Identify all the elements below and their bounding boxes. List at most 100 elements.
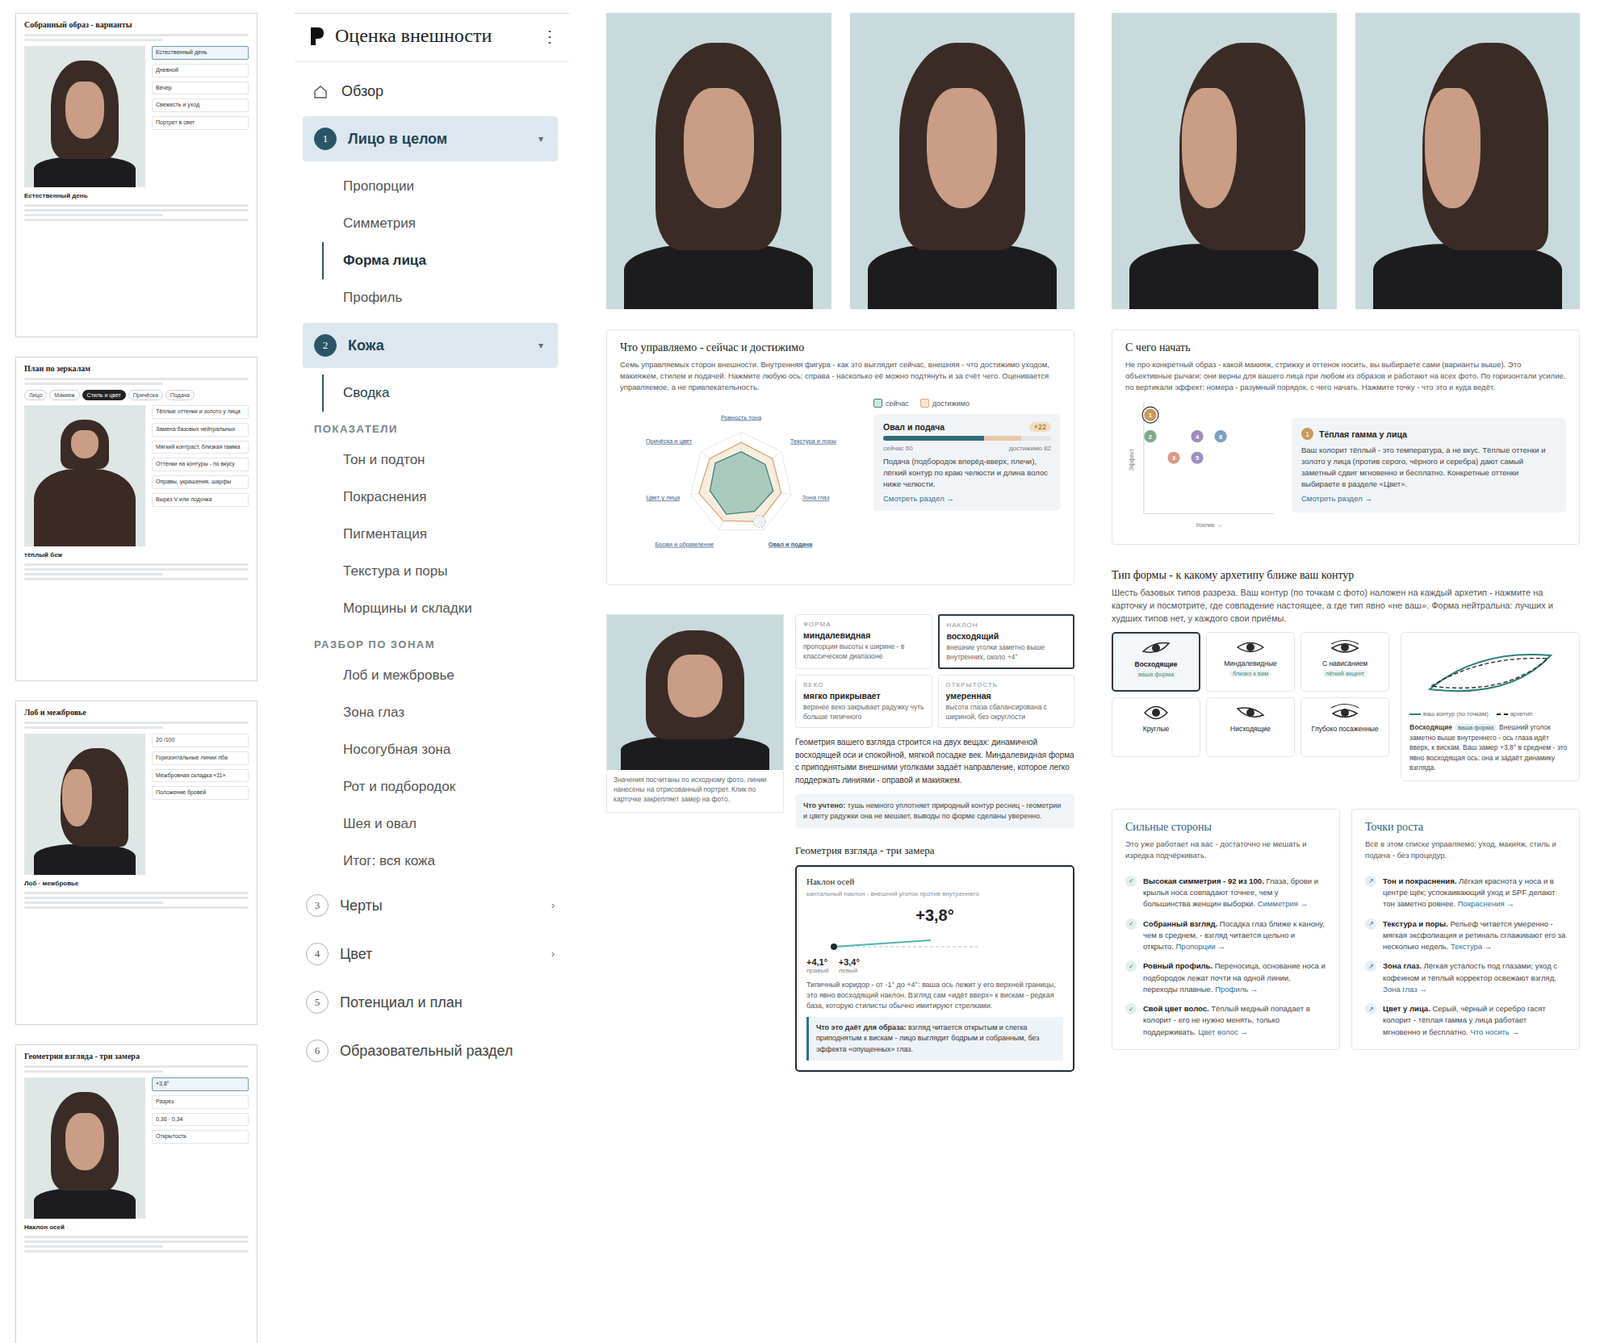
section-link[interactable]: Цвет волос → [1197,1027,1249,1037]
radar-axis[interactable]: Овал и подача [753,515,813,549]
section-link[interactable]: Что носить → [1470,1027,1520,1037]
nav-subitem[interactable]: Профиль [322,279,570,317]
nav-subitem[interactable]: Носогубная зона [322,731,570,769]
bullet-icon: ↗ [1365,1003,1377,1015]
radar-axis[interactable]: Цвет у лица [645,494,681,503]
nav-section-header[interactable]: 3Черты› [294,883,570,929]
radar-axis-label[interactable]: Текстура и поры [790,437,837,445]
nav-subitem[interactable]: Зона глаз [322,694,570,732]
radar-axis-label[interactable]: Причёска и цвет [645,437,693,445]
nav-section-header[interactable]: 6Образовательный раздел [294,1028,570,1074]
chart-point[interactable]: 1 [1142,406,1159,424]
menu-button[interactable]: ⋮ [541,26,558,47]
thumbnail-item[interactable]: Открытость [151,1130,249,1144]
shape-card[interactable]: С нависаниемлёгкий акцент [1300,632,1390,692]
nav-subitem[interactable]: Форма лица [322,242,570,280]
shape-card[interactable]: Глубоко посаженные [1300,697,1390,758]
nav-subitem[interactable]: Морщины и складки [322,590,570,628]
chart-point[interactable]: 5 [1190,452,1203,465]
thumbnail-tab[interactable]: Причёска [128,389,164,401]
page-thumbnail[interactable]: Геометрия взгляда - три замера+3,8°Разре… [15,1044,258,1343]
thumbnail-item[interactable]: Тёплые оттенки и золото у лица [151,405,249,419]
section-link[interactable]: Зона глаз → [1382,984,1428,994]
nav-subitem[interactable]: Текстура и поры [322,552,570,591]
measure-card[interactable]: ВЕКОмягко прикрываетверхнее веко закрыва… [795,674,933,729]
thumbnail-tab[interactable]: Лицо [24,389,47,401]
radar-axis[interactable]: Причёска и цвет [645,437,693,445]
nav-subitem[interactable]: Шея и овал [322,805,570,843]
chart-point[interactable]: 2 [1143,430,1157,443]
nav-subitem[interactable]: Рот и подбородок [322,768,570,806]
radar-axis-label[interactable]: Зона глаз [802,494,830,503]
nav-section-header[interactable]: 4Цвет› [294,931,570,977]
thumbnail-caption: Естественный день [24,192,249,200]
radar-axis-label[interactable]: Ровность тона [720,414,763,422]
thumbnail-item[interactable]: Замена базовых нейтральных [151,423,249,437]
nav-subitem[interactable]: Пропорции [322,167,570,206]
radar-target-area [699,442,782,522]
thumbnail-item[interactable]: +3,8° [151,1077,249,1092]
nav-subitem[interactable]: Лоб и межбровье [322,657,570,695]
thumbnail-item[interactable]: 20 /100 [151,733,249,748]
shape-card[interactable]: Миндалевидныеблизко к вам [1206,632,1295,692]
thumbnail-item[interactable]: Мягкий контраст, близкая гамма [151,440,249,455]
thumbnail-item[interactable]: Естественный день [151,46,249,60]
nav-subitem[interactable]: Тон и подтон [322,441,570,479]
section-link[interactable]: Симметрия → [1257,899,1308,909]
section-link[interactable]: Пропорции → [1176,942,1226,951]
nav-section-header[interactable]: 1Лицо в целом▾ [302,116,558,162]
nav-subitem[interactable]: Покраснения [322,478,570,516]
nav-link[interactable]: Обзор [294,73,570,110]
chart-point[interactable]: 3 [1167,452,1180,465]
page-thumbnail[interactable]: Лоб и межбровье20 /100Горизонтальные лин… [15,700,258,1026]
radar-axis-label[interactable]: Брови и обрамление [654,540,714,549]
shape-card[interactable]: Нисходящие [1206,697,1295,758]
thumbnail-item[interactable]: Портрет в свет [151,116,249,130]
thumbnail-item[interactable]: Вырез V или лодочка [151,493,249,507]
thumbnail-item[interactable]: Горизонтальные линии лба [151,751,249,766]
thumbnail-item[interactable]: 0,36 · 0,34 [151,1113,249,1127]
shape-card[interactable]: Круглые [1111,697,1201,758]
thumbnail-tab[interactable]: Стиль и цвет [82,389,126,401]
radar-axis-label[interactable]: Овал и подача [768,540,813,549]
section-link[interactable]: Смотреть раздел → [883,494,1052,503]
nav-subitem[interactable]: Симметрия [322,205,570,243]
nav-subitem[interactable]: Итог: вся кожа [322,842,570,880]
thumbnail-item[interactable]: Оправы, украшения, шарфы [151,475,249,490]
radar-axis[interactable]: Ровность тона [720,414,763,422]
callout: Что это даёт для образа: взгляд читается… [806,1017,1064,1060]
thumbnail-item[interactable]: Вечер [151,81,249,96]
chart-point[interactable]: 6 [1214,430,1227,443]
radar-axis[interactable]: Текстура и поры [790,437,837,445]
thumbnail-tab[interactable]: Макияж [49,389,80,401]
thumbnail-item[interactable]: Дневной [151,63,249,78]
thumbnail-item[interactable]: Оттенки на контуры - по вкусу [151,457,249,472]
nav-section-header[interactable]: 5Потенциал и план [294,980,570,1026]
shape-label: С нависанием [1322,659,1368,668]
thumbnail-item[interactable]: Положение бровей [151,786,249,800]
nav-subitem[interactable]: Пигментация [322,515,570,553]
chart-point[interactable]: 4 [1190,430,1203,443]
thumbnail-item[interactable]: Свежесть и уход [151,98,249,113]
thumbnail-tab[interactable]: Подача [165,389,195,401]
measure-card[interactable]: ОТКРЫТОСТЬумереннаявысота глаза сбаланси… [938,674,1076,729]
card-title: Что управляемо - сейчас и достижимо [619,341,1061,355]
section-link[interactable]: Текстура → [1450,942,1492,951]
measure-card[interactable]: НАКЛОНвосходящийвнешние уголки заметно в… [938,614,1076,670]
thumbnail-item[interactable]: Разрез [151,1095,249,1110]
portrait-photo [24,46,146,188]
nav-section-header[interactable]: 2Кожа▾ [302,322,558,369]
measure-card[interactable]: ФОРМАминдалевиднаяпропорции высоты к шир… [795,614,933,670]
section-link[interactable]: Профиль → [1214,984,1258,994]
page-thumbnail[interactable]: План по зеркаламЛицоМакияжСтиль и цветПр… [15,356,258,682]
radar-axis[interactable]: Брови и обрамление [654,540,714,549]
page-thumbnail[interactable]: Собранный образ - вариантыЕстественный д… [15,12,258,338]
section-link[interactable]: Покраснения → [1457,899,1515,909]
radar-axis[interactable]: Зона глаз [802,494,830,503]
nav-subitem[interactable]: Сводка [322,374,570,412]
thumbnail-item[interactable]: Межбровная складка «11» [151,769,249,784]
radar-axis-label[interactable]: Цвет у лица [645,494,681,503]
shape-card[interactable]: Восходящиеваша форма [1111,632,1201,692]
section-link[interactable]: Смотреть раздел → [1301,494,1557,503]
measure-value: восходящий [946,631,1067,641]
